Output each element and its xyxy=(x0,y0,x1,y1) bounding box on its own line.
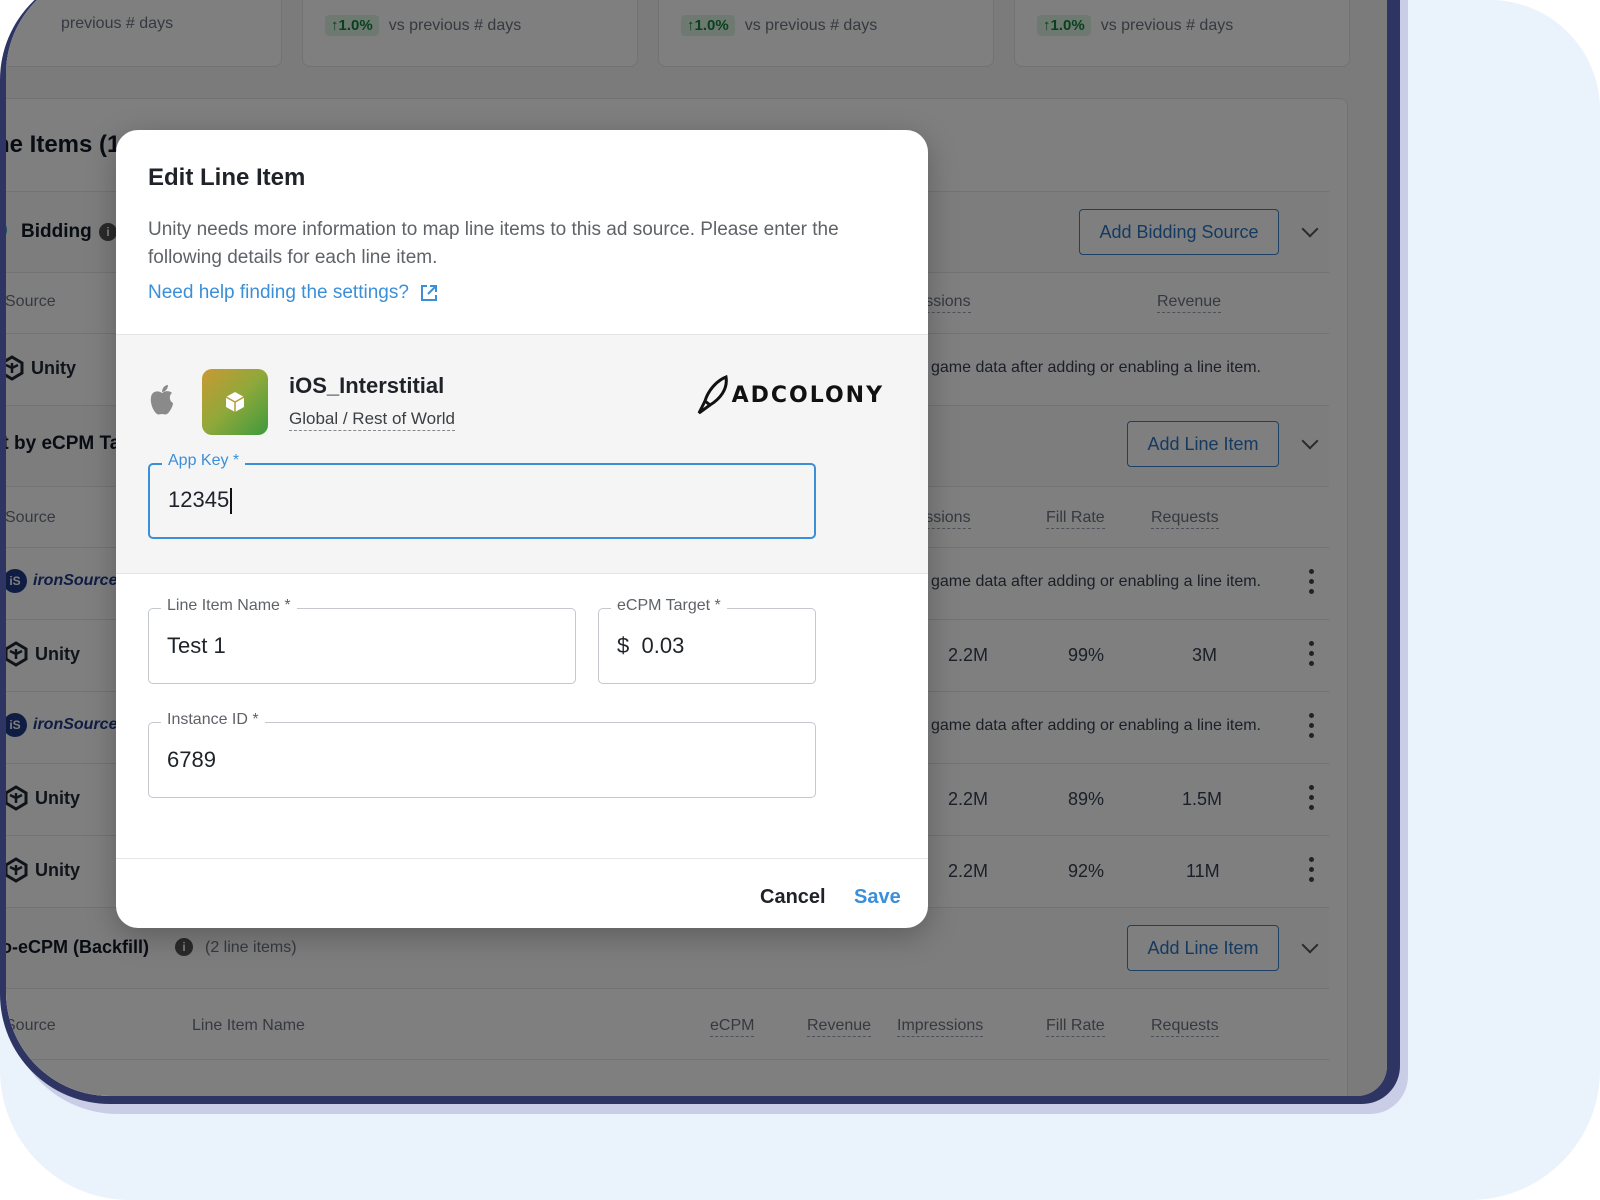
ecpm-target-field[interactable]: eCPM Target * $ 0.03 xyxy=(598,597,816,684)
app-name: iOS_Interstitial xyxy=(289,373,445,398)
apple-icon xyxy=(150,385,173,415)
instance-id-field[interactable]: Instance ID * 6789 xyxy=(148,711,816,798)
app-icon xyxy=(202,369,268,435)
app-key-value: 12345 xyxy=(168,487,230,512)
external-link-icon xyxy=(420,285,437,301)
cancel-button[interactable]: Cancel xyxy=(760,886,826,909)
cube-icon xyxy=(225,392,245,412)
app-key-field[interactable]: App Key * 12345 xyxy=(148,452,816,539)
line-item-name-value: Test 1 xyxy=(167,633,226,658)
instance-id-value: 6789 xyxy=(167,747,216,772)
app-details-block: iOS_Interstitial Global / Rest of World … xyxy=(116,334,928,574)
app-region[interactable]: Global / Rest of World xyxy=(289,409,455,431)
help-link[interactable]: Need help finding the settings? xyxy=(148,282,439,304)
save-button[interactable]: Save xyxy=(854,886,901,909)
currency-symbol: $ xyxy=(617,633,630,658)
line-item-name-field[interactable]: Line Item Name * Test 1 xyxy=(148,597,576,684)
rocket-icon xyxy=(697,375,728,415)
dialog-title: Edit Line Item xyxy=(148,164,306,191)
dialog-description: Unity needs more information to map line… xyxy=(148,219,839,268)
adcolony-logo: ADCOLONY xyxy=(696,375,884,415)
ecpm-target-value: 0.03 xyxy=(641,633,685,658)
text-cursor xyxy=(230,488,233,515)
edit-line-item-dialog: Edit Line Item Unity needs more informat… xyxy=(116,130,928,928)
